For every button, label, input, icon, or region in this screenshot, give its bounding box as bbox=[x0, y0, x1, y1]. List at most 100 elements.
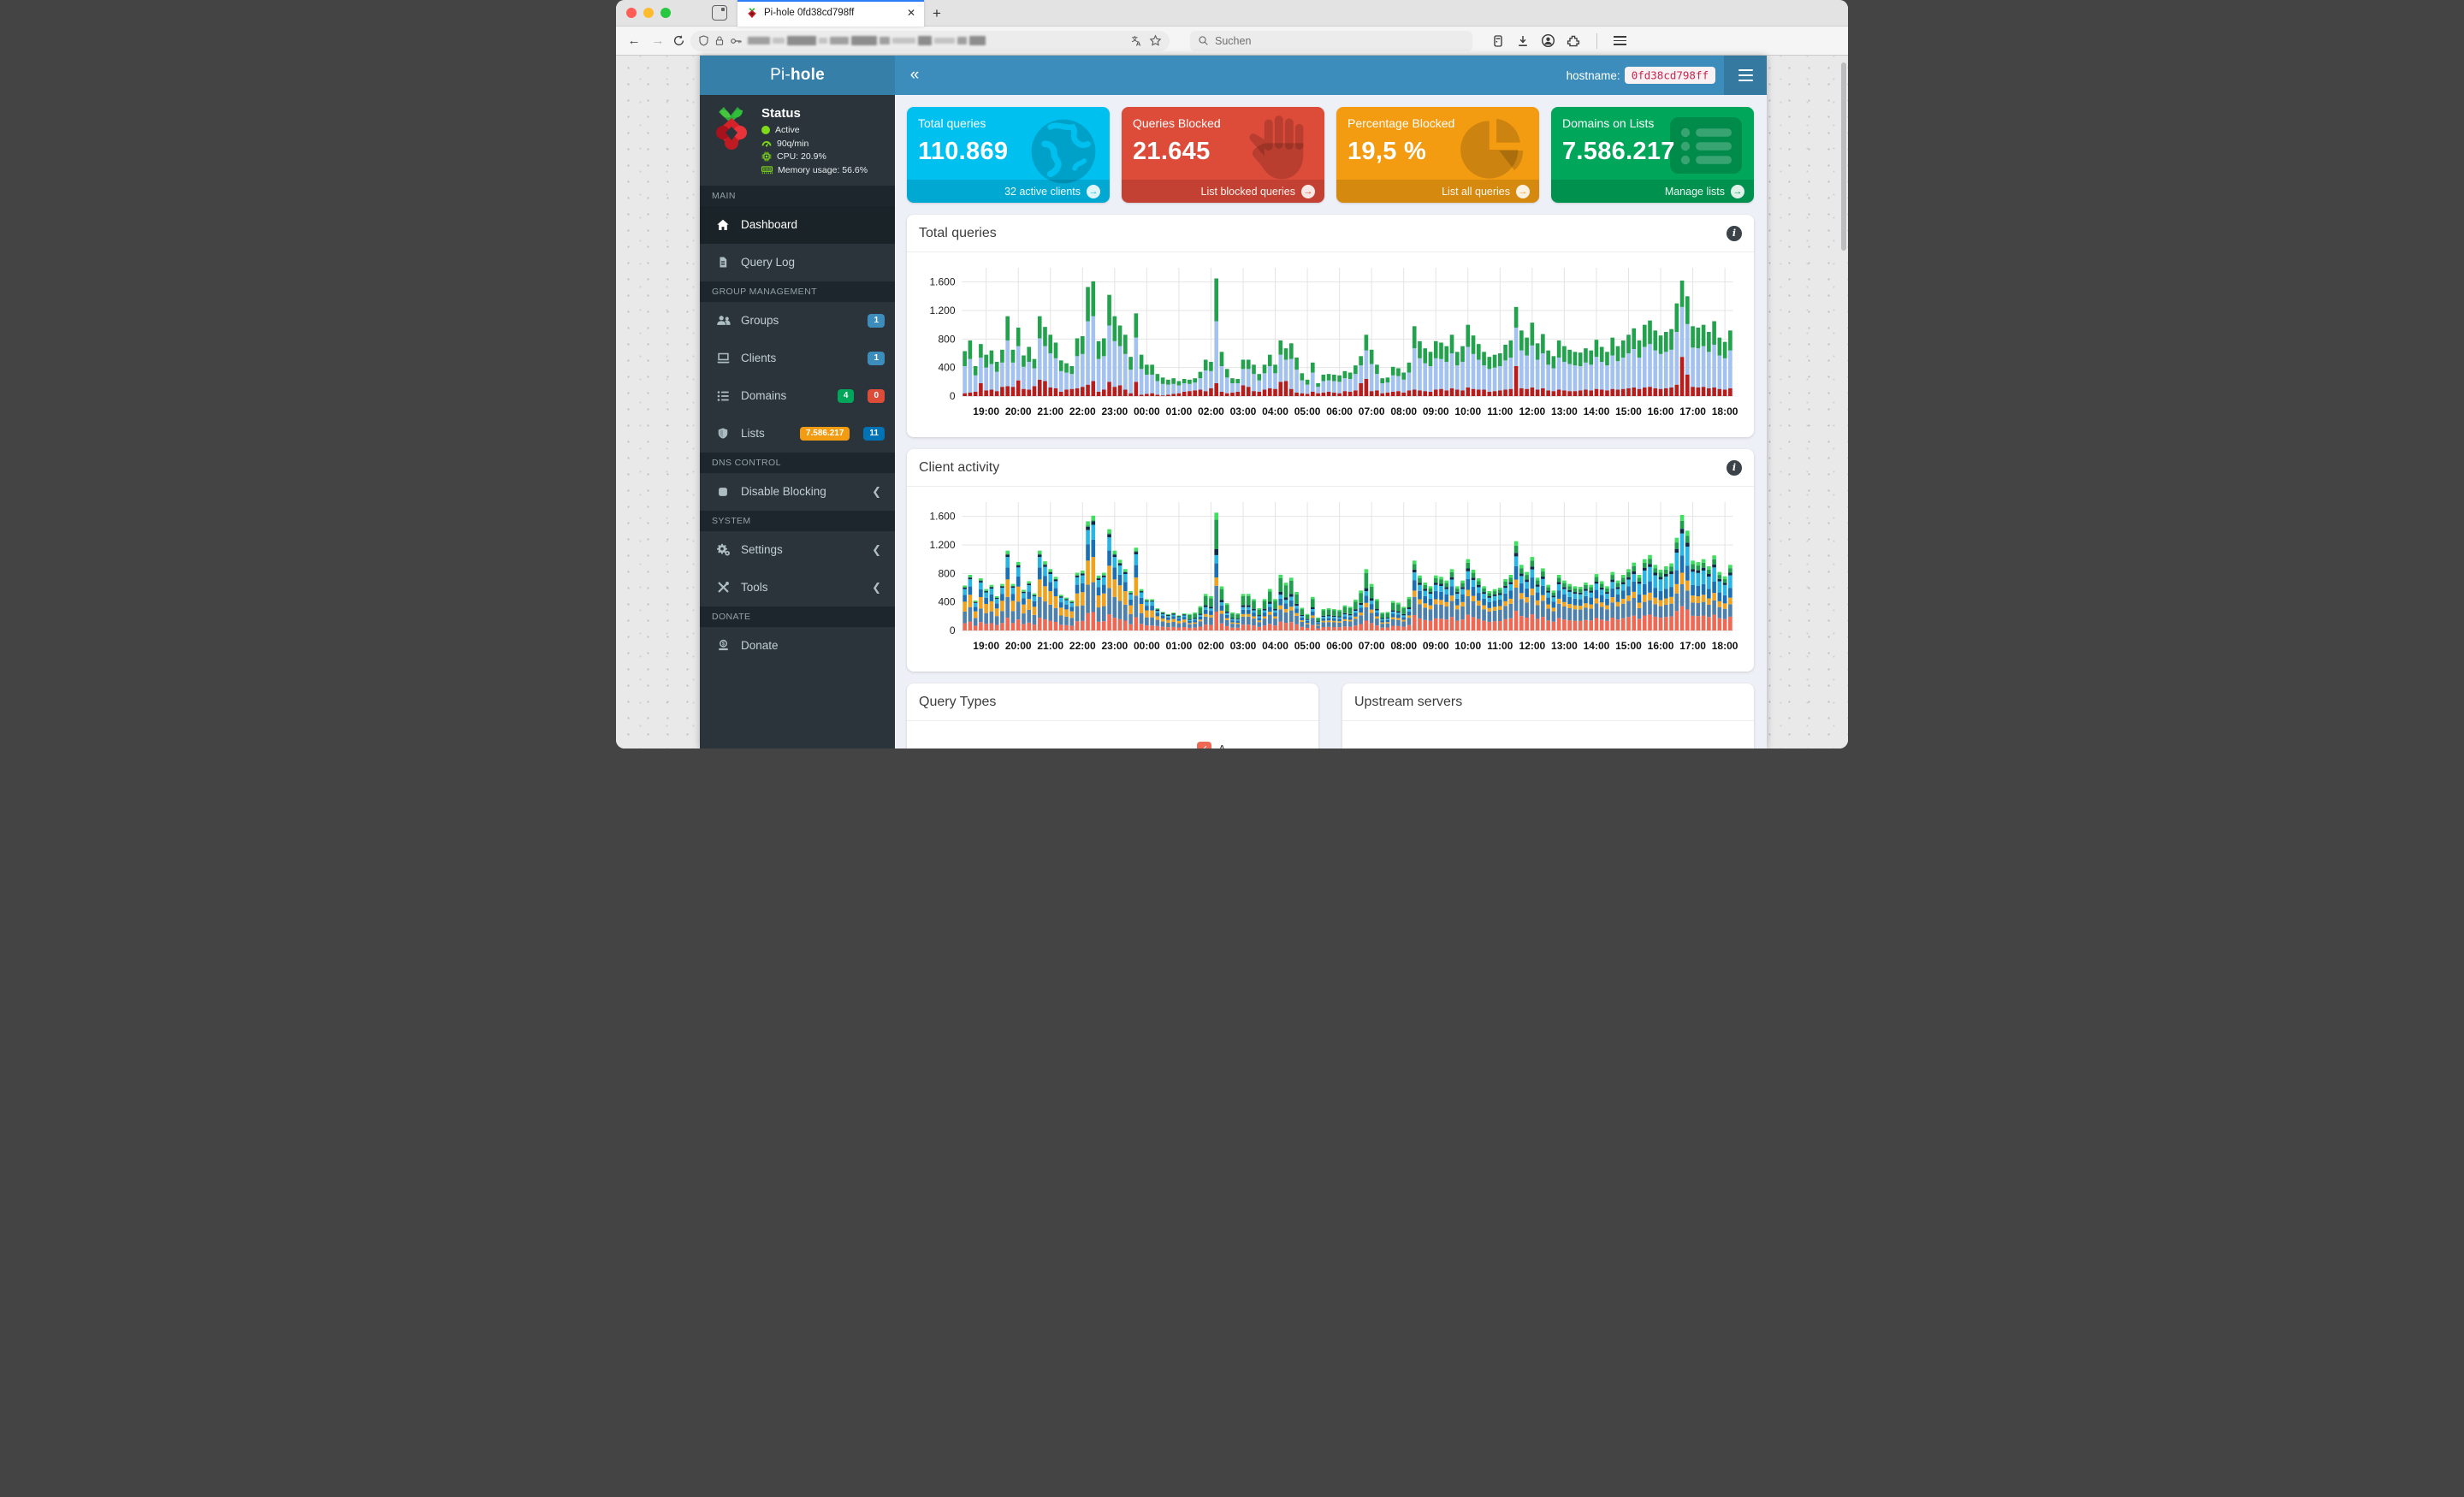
client-activity-chart[interactable]: 0 400 800 1.200 1.600 19:00 20:00 21:00 22:00 23:… bbox=[919, 494, 1742, 661]
sidebar-item-lists[interactable]: Lists 7.586.217 11 bbox=[700, 415, 895, 453]
account-icon[interactable] bbox=[1541, 33, 1555, 48]
page-scrollbar[interactable] bbox=[1841, 62, 1846, 251]
card-value: 19,5 % bbox=[1348, 138, 1427, 165]
file-icon bbox=[715, 256, 731, 269]
total-queries-chart[interactable]: 0 400 800 1.200 1.600 19:00 20:00 21:00 22:00 23:… bbox=[919, 259, 1742, 427]
svg-text:07:00: 07:00 bbox=[1359, 640, 1385, 652]
svg-text:05:00: 05:00 bbox=[1294, 640, 1321, 652]
svg-text:06:00: 06:00 bbox=[1326, 640, 1353, 652]
browser-tab-pihole[interactable]: Pi-hole 0fd38cd798ff ✕ bbox=[737, 0, 924, 27]
svg-text:10:00: 10:00 bbox=[1454, 405, 1481, 417]
memory-icon bbox=[761, 166, 773, 175]
svg-text:20:00: 20:00 bbox=[1005, 640, 1032, 652]
card-value: 21.645 bbox=[1133, 138, 1211, 165]
svg-text:22:00: 22:00 bbox=[1069, 640, 1096, 652]
search-icon bbox=[1199, 36, 1208, 45]
browser-menu-icon[interactable] bbox=[1614, 35, 1626, 46]
legend-label: A bbox=[1218, 743, 1226, 748]
pihole-favicon-icon bbox=[748, 8, 756, 19]
new-tab-button[interactable]: + bbox=[933, 6, 941, 21]
key-icon[interactable] bbox=[730, 36, 743, 46]
shield-icon bbox=[715, 427, 731, 440]
sidebar-item-disable-blocking[interactable]: Disable Blocking ❮ bbox=[700, 473, 895, 511]
svg-text:02:00: 02:00 bbox=[1198, 405, 1224, 417]
svg-text:17:00: 17:00 bbox=[1679, 640, 1706, 652]
panel-upstream-servers: Upstream servers bbox=[1342, 683, 1754, 748]
sidebar-item-dashboard[interactable]: Dashboard bbox=[700, 205, 895, 244]
arrow-circle-icon: → bbox=[1516, 184, 1530, 198]
svg-text:10:00: 10:00 bbox=[1454, 640, 1481, 652]
reload-icon[interactable] bbox=[672, 34, 685, 47]
search-input[interactable]: Suchen bbox=[1190, 30, 1472, 51]
sidebar-item-query-log[interactable]: Query Log bbox=[700, 244, 895, 281]
lock-icon[interactable] bbox=[714, 35, 725, 46]
lists-domains-badge: 7.586.217 bbox=[799, 426, 850, 441]
sidebar-section-main: MAIN bbox=[700, 185, 895, 206]
forward-icon[interactable]: → bbox=[649, 33, 667, 48]
card-value: 110.869 bbox=[918, 138, 1009, 165]
svg-text:800: 800 bbox=[938, 333, 955, 345]
info-icon[interactable]: i bbox=[1727, 459, 1742, 476]
extension-icon[interactable] bbox=[1567, 34, 1580, 48]
panel-icon[interactable] bbox=[1491, 34, 1505, 48]
card-link-all-queries[interactable]: List all queries → bbox=[1336, 180, 1539, 203]
info-icon[interactable]: i bbox=[1727, 225, 1742, 241]
svg-text:20:00: 20:00 bbox=[1005, 405, 1032, 417]
svg-text:17:00: 17:00 bbox=[1679, 405, 1706, 417]
toolbar-divider bbox=[1596, 33, 1597, 49]
status-cpu-row: CPU: 20.9% bbox=[761, 151, 868, 162]
app-menu-icon[interactable] bbox=[1724, 56, 1767, 95]
tools-icon bbox=[715, 581, 731, 594]
browser-window: Pi-hole 0fd38cd798ff ✕ + ← → 文A Suchen P… bbox=[616, 0, 1848, 748]
tracking-shield-icon[interactable] bbox=[698, 35, 709, 46]
svg-text:16:00: 16:00 bbox=[1648, 640, 1674, 652]
back-icon[interactable]: ← bbox=[625, 33, 643, 48]
svg-text:16:00: 16:00 bbox=[1648, 405, 1674, 417]
pihole-logo[interactable]: Pi-hole bbox=[700, 56, 895, 95]
svg-text:09:00: 09:00 bbox=[1423, 405, 1449, 417]
card-total-queries: Total queries 110.869 32 active clients → bbox=[907, 107, 1110, 203]
sidebar-section-group-management: GROUP MANAGEMENT bbox=[700, 281, 895, 302]
svg-text:15:00: 15:00 bbox=[1615, 640, 1642, 652]
svg-text:0: 0 bbox=[950, 624, 956, 636]
sidebar-item-donate[interactable]: $ Donate bbox=[700, 627, 895, 665]
svg-text:400: 400 bbox=[938, 596, 955, 608]
svg-text:00:00: 00:00 bbox=[1134, 405, 1160, 417]
tab-close-icon[interactable]: ✕ bbox=[905, 7, 917, 19]
status-active-row: Active bbox=[761, 125, 868, 135]
translate-icon[interactable]: 文A bbox=[1130, 35, 1143, 47]
lists-count-badge: 11 bbox=[863, 426, 885, 441]
sidebar-item-settings[interactable]: Settings ❮ bbox=[700, 531, 895, 569]
page-viewport: Pi-hole « hostname: 0fd38cd798ff Status … bbox=[616, 56, 1848, 748]
svg-text:14:00: 14:00 bbox=[1584, 640, 1610, 652]
sidebar-item-tools[interactable]: Tools ❮ bbox=[700, 569, 895, 606]
bookmark-star-icon[interactable] bbox=[1149, 34, 1162, 47]
sidebar-item-domains[interactable]: Domains 4 0 bbox=[700, 377, 895, 415]
svg-text:18:00: 18:00 bbox=[1712, 405, 1738, 417]
hostname-label: hostname: 0fd38cd798ff bbox=[1567, 67, 1715, 84]
svg-text:13:00: 13:00 bbox=[1551, 405, 1578, 417]
maximize-window-button[interactable] bbox=[660, 8, 671, 18]
card-link-manage-lists[interactable]: Manage lists → bbox=[1551, 180, 1754, 203]
pihole-raspberry-logo bbox=[716, 107, 747, 150]
card-link-active-clients[interactable]: 32 active clients → bbox=[907, 180, 1110, 203]
sidebar-item-clients[interactable]: Clients 1 bbox=[700, 340, 895, 377]
tab-overview-icon[interactable] bbox=[712, 5, 727, 21]
minimize-window-button[interactable] bbox=[643, 8, 654, 18]
svg-text:1.200: 1.200 bbox=[929, 539, 955, 551]
chevron-left-icon: ❮ bbox=[872, 484, 881, 498]
checkbox-checked-icon[interactable]: ✓ bbox=[1197, 742, 1211, 748]
svg-text:21:00: 21:00 bbox=[1037, 640, 1063, 652]
sidebar-item-groups[interactable]: Groups 1 bbox=[700, 302, 895, 340]
sidebar-collapse-icon[interactable]: « bbox=[895, 66, 934, 85]
url-bar[interactable]: 文A bbox=[690, 30, 1170, 51]
panel-title: Client activity bbox=[919, 459, 1000, 475]
browser-tabstrip: Pi-hole 0fd38cd798ff ✕ + bbox=[616, 0, 1848, 27]
card-link-blocked-queries[interactable]: List blocked queries → bbox=[1122, 180, 1324, 203]
query-type-legend-item-a[interactable]: ✓ A bbox=[1197, 742, 1306, 748]
panel-title: Upstream servers bbox=[1354, 694, 1463, 709]
download-icon[interactable] bbox=[1516, 34, 1530, 48]
close-window-button[interactable] bbox=[626, 8, 637, 18]
arrow-circle-icon: → bbox=[1731, 184, 1744, 198]
card-title: Queries Blocked bbox=[1133, 116, 1221, 130]
